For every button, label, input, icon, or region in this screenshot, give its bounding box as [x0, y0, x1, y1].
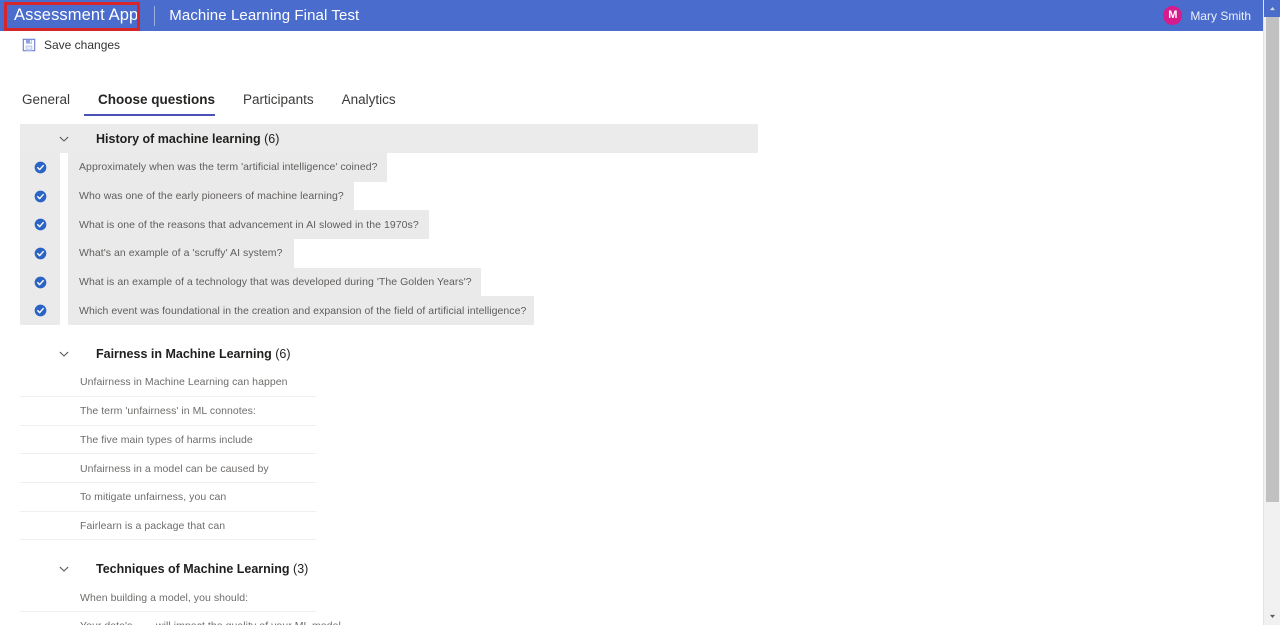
question-check-placeholder[interactable]	[20, 397, 60, 426]
question-text: The term 'unfairness' in ML connotes:	[80, 405, 256, 418]
section-title: Techniques of Machine Learning (3)	[96, 562, 308, 576]
scroll-down-arrow-icon[interactable]	[1264, 608, 1280, 625]
save-changes-label: Save changes	[44, 37, 121, 52]
question-list: History of machine learning (6) Approxima…	[0, 124, 1263, 625]
section-question-count: (3)	[293, 561, 309, 576]
question-selected-check-icon[interactable]	[20, 153, 60, 182]
user-name-label: Mary Smith	[1190, 8, 1251, 23]
question-text: When building a model, you should:	[80, 591, 249, 604]
brand-area[interactable]: Assessment App	[0, 0, 154, 31]
save-changes-button[interactable]: Save changes	[18, 35, 124, 55]
chevron-down-icon[interactable]	[58, 563, 70, 575]
app-header-bar: Assessment App Machine Learning Final Te…	[0, 0, 1263, 31]
question-text: Approximately when was the term 'artific…	[68, 153, 387, 182]
question-text: Unfairness in a model can be caused by	[80, 462, 269, 475]
section-title: History of machine learning (6)	[96, 132, 279, 146]
section-question-count: (6)	[264, 131, 280, 146]
question-row[interactable]: Who was one of the early pioneers of mac…	[0, 181, 1263, 211]
chevron-down-icon[interactable]	[58, 133, 70, 145]
question-row[interactable]: Your data's ___ will impact the quality …	[0, 612, 1263, 625]
question-text: Unfairness in Machine Learning can happe…	[80, 376, 288, 389]
question-selected-check-icon[interactable]	[20, 267, 60, 297]
question-check-placeholder[interactable]	[20, 483, 60, 512]
question-row[interactable]: What is one of the reasons that advancem…	[0, 210, 1263, 240]
question-text: Who was one of the early pioneers of mac…	[68, 181, 354, 211]
question-row[interactable]: What's an example of a 'scruffy' AI syst…	[0, 239, 1263, 268]
header-divider	[154, 5, 156, 26]
question-row[interactable]: The term 'unfairness' in ML connotes:	[0, 397, 1263, 426]
question-text: Which event was foundational in the crea…	[68, 296, 534, 326]
assessment-app-window: Assessment App Machine Learning Final Te…	[0, 0, 1280, 625]
question-text: Fairlearn is a package that can	[80, 519, 226, 532]
question-selected-check-icon[interactable]	[20, 296, 60, 326]
tab-analytics[interactable]: Analytics	[328, 92, 410, 116]
section-title-text: History of machine learning	[96, 131, 261, 146]
question-text: To mitigate unfairness, you can	[80, 491, 227, 504]
question-row[interactable]: The five main types of harms include	[0, 426, 1263, 455]
chevron-down-icon[interactable]	[58, 348, 70, 360]
section-header[interactable]: History of machine learning (6)	[20, 124, 758, 153]
vertical-scrollbar[interactable]	[1263, 0, 1280, 625]
section-header[interactable]: Fairness in Machine Learning (6)	[20, 339, 758, 368]
tab-general[interactable]: General	[22, 92, 84, 116]
question-check-placeholder[interactable]	[20, 612, 60, 625]
section-title-text: Fairness in Machine Learning	[96, 346, 272, 361]
question-check-placeholder[interactable]	[20, 512, 60, 541]
document-title: Machine Learning Final Test	[169, 7, 360, 24]
section-title-text: Techniques of Machine Learning	[96, 561, 290, 576]
section-title: Fairness in Machine Learning (6)	[96, 347, 291, 361]
question-row[interactable]: Unfairness in Machine Learning can happe…	[0, 368, 1263, 397]
save-floppy-icon	[22, 38, 36, 52]
avatar[interactable]: M	[1163, 6, 1183, 25]
app-brand-title: Assessment App	[14, 6, 139, 24]
section-question-count: (6)	[275, 346, 291, 361]
section-header[interactable]: Techniques of Machine Learning (3)	[20, 554, 758, 583]
question-row[interactable]: To mitigate unfairness, you can	[0, 483, 1263, 512]
question-text: The five main types of harms include	[80, 433, 253, 446]
question-check-placeholder[interactable]	[20, 368, 60, 397]
question-check-placeholder[interactable]	[20, 583, 60, 612]
scrollbar-track[interactable]	[1264, 17, 1280, 608]
question-selected-check-icon[interactable]	[20, 181, 60, 211]
question-row[interactable]: Unfairness in a model can be caused by	[0, 454, 1263, 483]
scroll-up-arrow-icon[interactable]	[1264, 0, 1280, 17]
tab-choose-questions[interactable]: Choose questions	[84, 92, 229, 116]
question-check-placeholder[interactable]	[20, 454, 60, 483]
tab-bar: General Choose questions Participants Analy…	[0, 92, 1263, 122]
tab-participants[interactable]: Participants	[229, 92, 328, 116]
question-selected-check-icon[interactable]	[20, 239, 60, 268]
command-bar: Save changes	[0, 31, 1263, 58]
question-row[interactable]: What is an example of a technology that …	[0, 267, 1263, 297]
user-area[interactable]: M Mary Smith	[1163, 6, 1263, 25]
question-text: What is one of the reasons that advancem…	[68, 210, 429, 240]
question-selected-check-icon[interactable]	[20, 210, 60, 240]
question-text: What's an example of a 'scruffy' AI syst…	[68, 239, 294, 268]
question-row[interactable]: Approximately when was the term 'artific…	[0, 153, 1263, 182]
question-text: What is an example of a technology that …	[68, 267, 481, 297]
question-row[interactable]: When building a model, you should:	[0, 583, 1263, 612]
scrollbar-thumb[interactable]	[1266, 17, 1279, 502]
question-row[interactable]: Fairlearn is a package that can	[0, 512, 1263, 541]
question-check-placeholder[interactable]	[20, 426, 60, 455]
question-text: Your data's ___ will impact the quality …	[68, 612, 350, 625]
question-row[interactable]: Which event was foundational in the crea…	[0, 296, 1263, 326]
